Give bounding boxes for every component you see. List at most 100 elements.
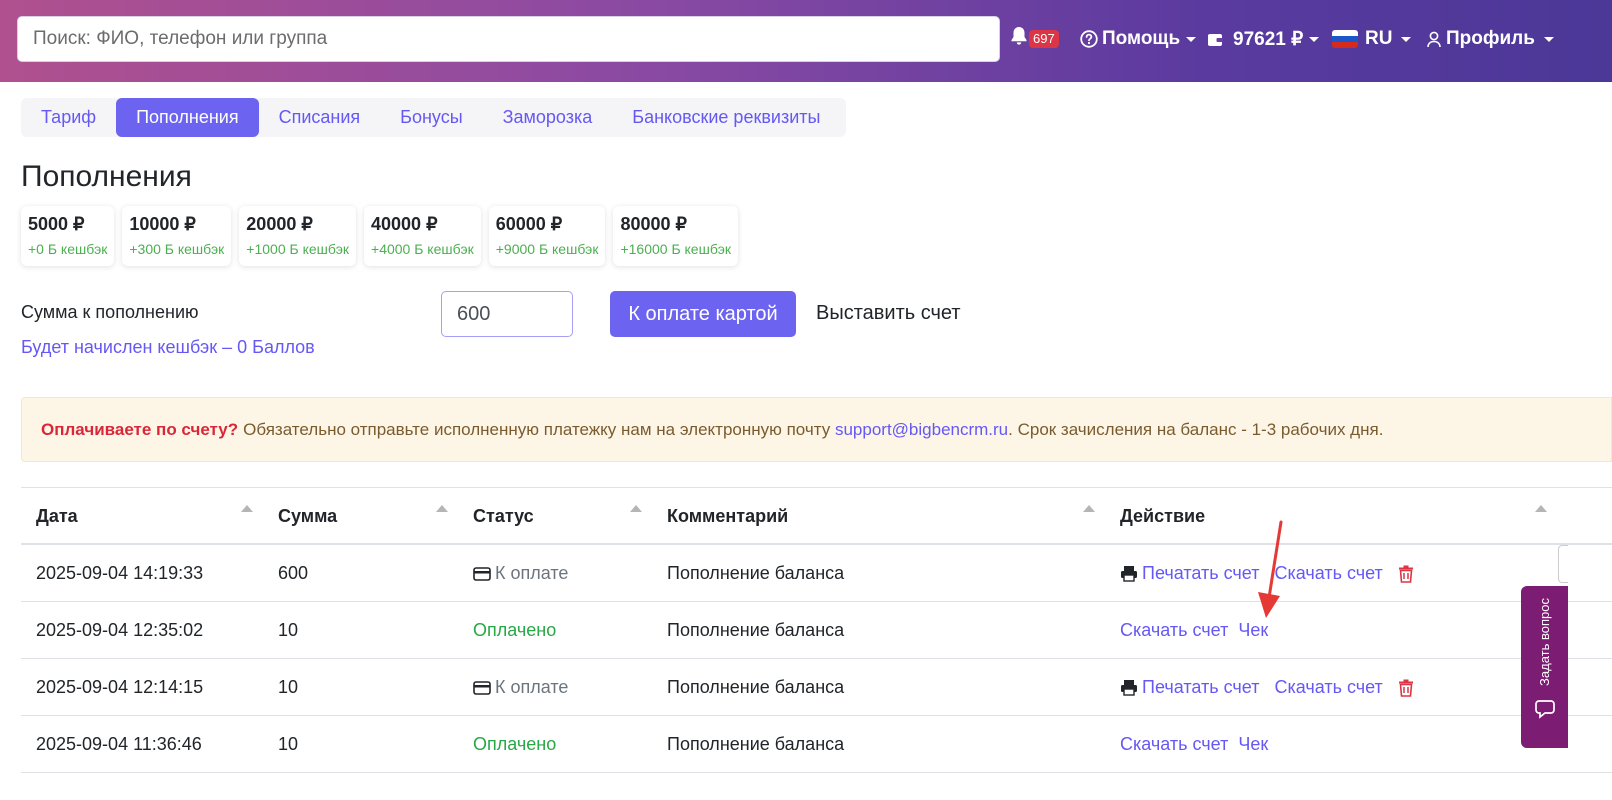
sort-icon[interactable] (1083, 505, 1095, 512)
column-header-action[interactable]: Действие (1120, 506, 1205, 527)
profile-menu[interactable]: Профиль (1427, 26, 1554, 52)
cell-date: 2025-09-04 12:35:02 (36, 620, 204, 640)
cell-actions: Печатать счет Скачать счет (1120, 677, 1414, 698)
print-invoice-link[interactable]: Печатать счет (1142, 563, 1259, 584)
sort-icon[interactable] (436, 505, 448, 512)
page-title: Пополнения (21, 160, 192, 193)
profile-label: Профиль (1446, 28, 1535, 49)
chevron-down-icon (1543, 36, 1554, 42)
cell-comment: Пополнение баланса (667, 677, 845, 697)
card-amount: 60000 ₽ (495, 214, 563, 234)
chevron-down-icon (1401, 36, 1412, 42)
search-box[interactable] (17, 16, 1000, 62)
status-label: К оплате (495, 563, 569, 583)
ask-question-label: Задать вопрос (1537, 598, 1552, 686)
card-amount: 40000 ₽ (371, 214, 438, 234)
topup-amount-label: Сумма к пополнению (21, 302, 199, 322)
download-invoice-link[interactable]: Скачать счет (1120, 734, 1228, 755)
cell-date: 2025-09-04 12:14:15 (36, 677, 204, 697)
sort-icon[interactable] (241, 505, 253, 512)
table-header: Дата Сумма Статус Комментарий Действие (21, 487, 1612, 545)
sort-icon[interactable] (630, 505, 642, 512)
annotation-arrow-icon (1258, 520, 1283, 618)
language-label: RU (1365, 28, 1393, 49)
amount-card[interactable]: 40000 ₽ +4000 Б кешбэк (364, 206, 481, 266)
cell-actions: Скачать счет Чек (1120, 620, 1268, 641)
topup-amount-input[interactable] (442, 292, 572, 336)
russia-flag-icon (1332, 30, 1358, 48)
tab-topups[interactable]: Пополнения (116, 98, 259, 137)
topups-table: Дата Сумма Статус Комментарий Действие 2… (21, 487, 1612, 773)
card-cashback: +1000 Б кешбэк (246, 241, 350, 257)
download-invoice-link[interactable]: Скачать счет (1274, 563, 1382, 584)
notifications-button[interactable]: 697 (1010, 26, 1059, 52)
trash-icon[interactable] (1398, 679, 1414, 697)
top-navbar: 697 Помощь 97621 ₽ RU Профиль (0, 0, 1612, 82)
table-row: 2025-09-04 12:14:15 10 К оплате Пополнен… (21, 659, 1612, 716)
tab-charges[interactable]: Списания (259, 98, 381, 137)
alert-text-tail: . Срок зачисления на баланс - 1-3 рабочи… (1008, 419, 1384, 439)
cell-sum: 10 (278, 677, 299, 697)
printer-icon[interactable] (1120, 565, 1138, 582)
cell-sum: 10 (278, 734, 299, 754)
topup-amount-field[interactable] (441, 291, 573, 337)
help-menu[interactable]: Помощь (1080, 26, 1197, 52)
print-invoice-link[interactable]: Печатать счет (1142, 677, 1259, 698)
card-cashback: +300 Б кешбэк (129, 241, 225, 257)
status-label: К оплате (495, 677, 569, 697)
issue-invoice-button[interactable]: Выставить счет (816, 302, 961, 325)
wallet-icon (1207, 32, 1223, 47)
scrollbar-handle[interactable] (1558, 545, 1568, 583)
question-circle-icon (1080, 30, 1098, 48)
amount-card[interactable]: 60000 ₽ +9000 Б кешбэк (488, 206, 606, 266)
download-invoice-link[interactable]: Скачать счет (1274, 677, 1382, 698)
card-amount: 5000 ₽ (28, 214, 85, 234)
language-menu[interactable]: RU (1332, 26, 1412, 52)
tab-tariff[interactable]: Тариф (21, 98, 116, 137)
amount-card[interactable]: 80000 ₽ +16000 Б кешбэк (613, 206, 738, 266)
cell-date: 2025-09-04 11:36:46 (36, 734, 202, 754)
billing-tabs: Тариф Пополнения Списания Бонусы Замороз… (21, 98, 846, 137)
cell-status: К оплате (473, 677, 568, 698)
balance-menu[interactable]: 97621 ₽ (1207, 26, 1320, 52)
cell-sum: 600 (278, 563, 309, 583)
pay-by-card-button[interactable]: К оплате картой (610, 291, 796, 337)
column-header-date[interactable]: Дата (36, 506, 78, 527)
column-header-sum[interactable]: Сумма (278, 506, 337, 527)
amount-card[interactable]: 10000 ₽ +300 Б кешбэк (122, 206, 232, 266)
alert-heading: Оплачиваете по счету? (41, 419, 239, 439)
credit-card-icon (473, 566, 491, 581)
cell-date: 2025-09-04 14:19:33 (36, 563, 204, 583)
printer-icon[interactable] (1120, 679, 1138, 696)
support-email-link[interactable]: support@bigbencrm.ru (835, 420, 1008, 440)
tab-bank-details[interactable]: Банковские реквизиты (612, 98, 840, 137)
trash-icon[interactable] (1398, 565, 1414, 583)
balance-amount: 97621 ₽ (1233, 28, 1304, 50)
table-row: 2025-09-04 14:19:33 600 К оплате Пополне… (21, 545, 1612, 602)
chevron-down-icon (1309, 36, 1320, 42)
sort-icon[interactable] (1535, 505, 1547, 512)
cell-comment: Пополнение баланса (667, 620, 845, 640)
receipt-link[interactable]: Чек (1238, 734, 1268, 755)
search-input[interactable] (18, 17, 999, 61)
receipt-link[interactable]: Чек (1238, 620, 1268, 641)
download-invoice-link[interactable]: Скачать счет (1120, 620, 1228, 641)
card-cashback: +0 Б кешбэк (28, 241, 108, 257)
cell-sum: 10 (278, 620, 299, 640)
amount-card[interactable]: 20000 ₽ +1000 Б кешбэк (239, 206, 357, 266)
card-cashback: +16000 Б кешбэк (620, 241, 731, 257)
credit-card-icon (473, 680, 491, 695)
tab-bonuses[interactable]: Бонусы (380, 98, 483, 137)
ask-question-tab[interactable]: Задать вопрос (1521, 586, 1568, 748)
alert-text: Обязательно отправьте исполненную платеж… (243, 419, 831, 439)
card-amount: 80000 ₽ (620, 214, 687, 234)
chat-icon (1533, 696, 1557, 720)
card-cashback: +4000 Б кешбэк (371, 241, 474, 257)
amount-card[interactable]: 5000 ₽ +0 Б кешбэк (21, 206, 115, 266)
cell-comment: Пополнение баланса (667, 563, 845, 583)
column-header-status[interactable]: Статус (473, 506, 534, 527)
tab-freeze[interactable]: Заморозка (483, 98, 613, 137)
column-header-comment[interactable]: Комментарий (667, 506, 788, 527)
card-amount: 20000 ₽ (246, 214, 313, 234)
cell-status: Оплачено (473, 620, 557, 640)
